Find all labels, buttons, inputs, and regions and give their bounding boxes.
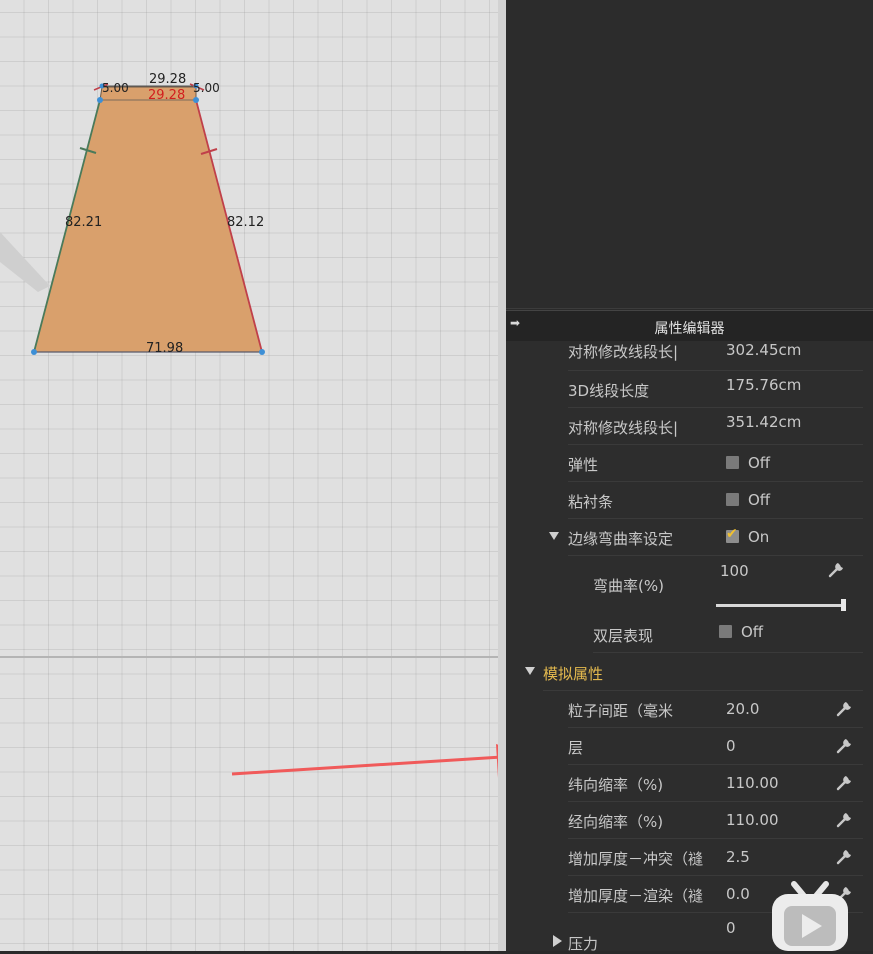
property-label: 纬向缩率（%) [568,776,664,794]
property-value[interactable]: 0.0 [726,885,750,903]
property-row: 3D线段长度 175.76cm [506,371,873,408]
seam-length-right: 82.12 [227,215,265,230]
section-title: 模拟属性 [543,665,604,683]
property-row: 粒子间距（毫米 20.0 [506,691,873,728]
property-label: 经向缩率（%) [568,813,664,831]
vertex-point[interactable] [31,349,37,355]
wrench-icon[interactable] [834,697,856,719]
wrench-icon[interactable] [834,845,856,867]
pattern-canvas-2d[interactable]: 29.28 29.28 5.00 5.00 82.21 82.12 71.98 [0,0,498,951]
seam-length-top: 29.28 [149,72,187,87]
wrench-icon[interactable] [834,734,856,756]
property-value[interactable]: 351.42cm [726,413,801,431]
chevron-down-icon[interactable] [525,667,535,675]
canvas-divider [0,656,498,658]
elasticity-checkbox[interactable] [726,456,739,469]
property-row: 增加厚度－冲突（䙜 2.5 [506,839,873,876]
property-label: 3D线段长度 [568,382,650,400]
property-label: 粒子间距（毫米 [568,702,674,720]
annotation-arrow-shaft [231,755,498,776]
checkbox-state: On [748,528,770,546]
seam-length-top-right: 5.00 [193,81,220,95]
property-row: 纬向缩率（%) 110.00 [506,765,873,802]
edge-curvature-checkbox[interactable] [726,526,739,543]
property-label: 增加厚度－渲染（䙜 [568,887,704,905]
double-layer-checkbox[interactable] [719,625,732,638]
property-label: 弹性 [568,456,599,474]
checkbox-state: Off [748,491,771,509]
wrench-icon[interactable] [834,771,856,793]
property-value[interactable]: 302.45cm [726,341,801,359]
vertex-point[interactable] [259,349,265,355]
property-row-double-layer: 双层表现 Off [506,616,873,653]
property-label: 粘衬条 [568,493,614,511]
property-row: 对称修改线段长| 351.42cm [506,408,873,445]
property-row: 经向缩率（%) 110.00 [506,802,873,839]
seam-length-top-left: 5.00 [102,81,129,95]
property-label: 对称修改线段长| [568,419,679,437]
wrench-icon[interactable] [834,808,856,830]
seam-length-top-selected: 29.28 [148,88,186,103]
property-row-edge-curvature: 边缘弯曲率设定 On [506,519,873,556]
tape-checkbox[interactable] [726,493,739,506]
property-value[interactable]: 110.00 [726,811,779,829]
chevron-right-icon[interactable] [553,935,562,947]
property-value[interactable]: 20.0 [726,700,759,718]
curvature-value[interactable]: 100 [720,562,749,580]
checkbox-state: Off [748,454,771,472]
panel-splitter[interactable] [498,0,506,951]
property-label: 弯曲率(%) [593,577,664,595]
section-simulation[interactable]: 模拟属性 [506,654,873,691]
seam-length-left: 82.21 [65,215,103,230]
property-editor-panel: ➡ 属性编辑器 对称修改线段长| 302.45cm 3D线段长度 175.76c… [506,310,873,953]
property-label: 对称修改线段长| [568,343,679,361]
seam-length-bottom: 71.98 [146,341,184,356]
shadow-shape [0,232,50,292]
property-value[interactable]: 0 [726,737,736,755]
property-row: 层 0 [506,728,873,765]
property-label: 增加厚度－冲突（䙜 [568,850,704,868]
property-row: 对称修改线段长| 302.45cm [506,334,873,371]
property-value[interactable]: 110.00 [726,774,779,792]
vertex-point[interactable] [97,97,103,103]
bilibili-tv-icon [772,881,848,951]
property-label: 边缘弯曲率设定 [568,530,674,548]
checkbox-state: Off [741,623,764,641]
wrench-icon[interactable] [826,558,848,580]
property-label: 层 [568,739,584,757]
property-label: 双层表现 [593,627,654,645]
property-value[interactable]: 2.5 [726,848,750,866]
vertex-point[interactable] [193,97,199,103]
property-row-tape: 粘衬条 Off [506,482,873,519]
property-value[interactable]: 175.76cm [726,376,801,394]
curvature-slider-track[interactable] [716,604,846,607]
chevron-down-icon[interactable] [549,532,559,540]
property-row-curvature: 弯曲率(%) 100 [506,556,873,616]
pattern-drawing [0,83,498,776]
property-row-elasticity: 弹性 Off [506,445,873,482]
curvature-slider-thumb[interactable] [841,599,846,611]
viewport-3d[interactable] [506,0,873,309]
